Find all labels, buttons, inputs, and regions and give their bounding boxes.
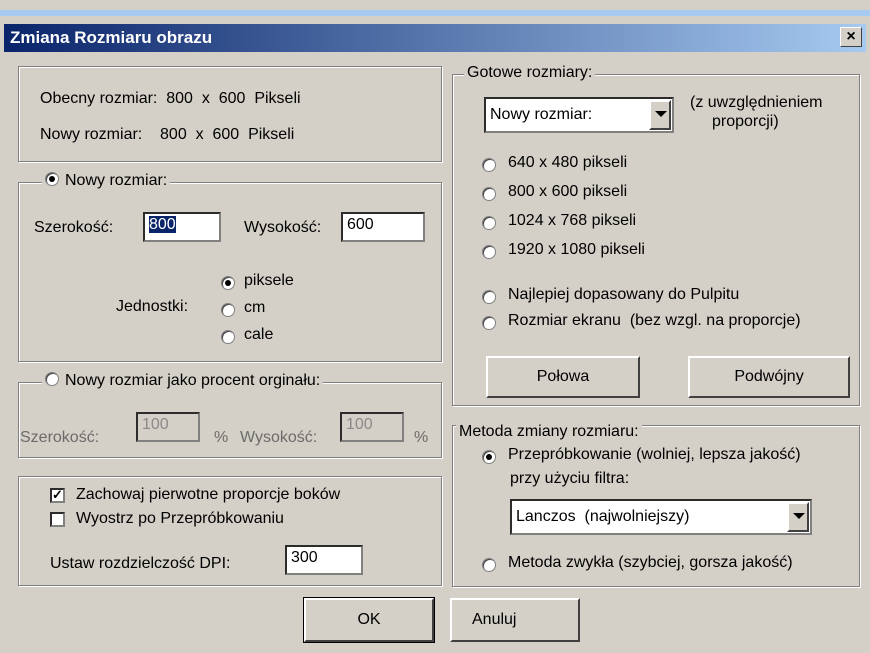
units-label: Jednostki: [116, 298, 189, 315]
current-size-label: Obecny rozmiar: 800 x 600 Pikseli [40, 90, 301, 107]
new-size-label: Nowy rozmiar: 800 x 600 Pikseli [40, 126, 295, 143]
unit-label-cale: cale [244, 326, 274, 343]
percent-height-input[interactable]: 100 [340, 412, 404, 442]
window-title: Zmiana Rozmiaru obrazu [10, 28, 213, 47]
percent-width-label: Szerokość: [20, 429, 100, 446]
close-button[interactable]: × [840, 27, 862, 47]
percent-height-value: 100 [346, 416, 373, 433]
unit-radio-cm[interactable] [221, 303, 235, 317]
preset-radio-640[interactable] [482, 158, 496, 172]
preset-radio-800[interactable] [482, 187, 496, 201]
height-value: 600 [347, 216, 374, 233]
method-legend: Metoda zmiany rozmiaru: [456, 423, 642, 441]
preset-combo-arrow[interactable] [649, 100, 671, 130]
resample-label: Przepróbkowanie (wolniej, lepsza jakość) [508, 446, 801, 463]
percent-radio[interactable] [45, 372, 59, 386]
title-bar: Zmiana Rozmiaru obrazu × [4, 24, 866, 52]
keep-ratio-checkbox[interactable]: ✓ [50, 488, 65, 503]
width-label: Szerokość: [34, 219, 114, 236]
filter-combo-value: Lanczos (najwolniejszy) [516, 508, 690, 525]
filter-combo[interactable]: Lanczos (najwolniejszy) [510, 499, 812, 535]
new-size-legend: Nowy rozmiar: [42, 172, 171, 190]
simple-radio[interactable] [482, 558, 496, 572]
percent-legend: Nowy rozmiar jako procent orginału: [42, 372, 324, 390]
unit-radio-cale[interactable] [221, 330, 235, 344]
simple-label: Metoda zwykła (szybciej, gorsza jakość) [508, 554, 793, 571]
screen-size-radio[interactable] [482, 316, 496, 330]
preset-label-1920: 1920 x 1080 pikseli [508, 241, 645, 258]
filter-combo-arrow[interactable] [787, 502, 809, 532]
width-input[interactable]: 800 [143, 212, 221, 242]
percent-width-input[interactable]: 100 [136, 412, 200, 442]
sharpen-checkbox[interactable] [50, 512, 65, 527]
percent-width-unit: % [214, 429, 229, 446]
unit-label-cm: cm [244, 299, 266, 316]
new-size-radio[interactable] [45, 172, 59, 186]
dpi-label: Ustaw rozdzielczość DPI: [50, 555, 231, 572]
preset-label-640: 640 x 480 pikseli [508, 154, 628, 171]
dpi-value: 300 [291, 549, 318, 566]
width-value: 800 [149, 216, 176, 233]
preset-radio-1920[interactable] [482, 245, 496, 259]
presets-legend: Gotowe rozmiary: [464, 64, 596, 82]
screen-size-label: Rozmiar ekranu (bez wzgl. na proporcje) [508, 312, 801, 329]
preset-radio-1024[interactable] [482, 216, 496, 230]
ok-button[interactable]: OK [303, 597, 435, 643]
cancel-button[interactable]: Anuluj [450, 598, 580, 642]
percent-width-value: 100 [142, 416, 169, 433]
preset-note-2: proporcji) [712, 113, 779, 130]
height-input[interactable]: 600 [341, 212, 425, 242]
preset-combo[interactable]: Nowy rozmiar: [484, 97, 674, 133]
fit-desktop-radio[interactable] [482, 290, 496, 304]
dpi-input[interactable]: 300 [285, 545, 363, 575]
half-button[interactable]: Połowa [486, 356, 640, 398]
double-button[interactable]: Podwójny [688, 356, 850, 398]
preset-note-1: (z uwzględnieniem [690, 94, 823, 111]
keep-ratio-label: Zachowaj pierwotne proporcje boków [76, 486, 341, 503]
percent-height-label: Wysokość: [240, 429, 318, 446]
new-size-title: Nowy rozmiar: [65, 172, 168, 189]
current-size-frame [18, 66, 442, 162]
unit-label-piksele: piksele [244, 272, 294, 289]
filter-label: przy użyciu filtra: [510, 470, 630, 487]
sharpen-label: Wyostrz po Przepróbkowaniu [76, 510, 284, 527]
percent-height-unit: % [414, 429, 429, 446]
height-label: Wysokość: [244, 219, 322, 236]
preset-combo-value: Nowy rozmiar: [490, 106, 593, 123]
resample-radio[interactable] [482, 450, 496, 464]
fit-desktop-label: Najlepiej dopasowany do Pulpitu [508, 286, 740, 303]
unit-radio-piksele[interactable] [221, 276, 235, 290]
preset-label-1024: 1024 x 768 pikseli [508, 212, 637, 229]
preset-label-800: 800 x 600 pikseli [508, 183, 628, 200]
top-accent-line [0, 10, 870, 16]
percent-title: Nowy rozmiar jako procent orginału: [65, 372, 321, 389]
